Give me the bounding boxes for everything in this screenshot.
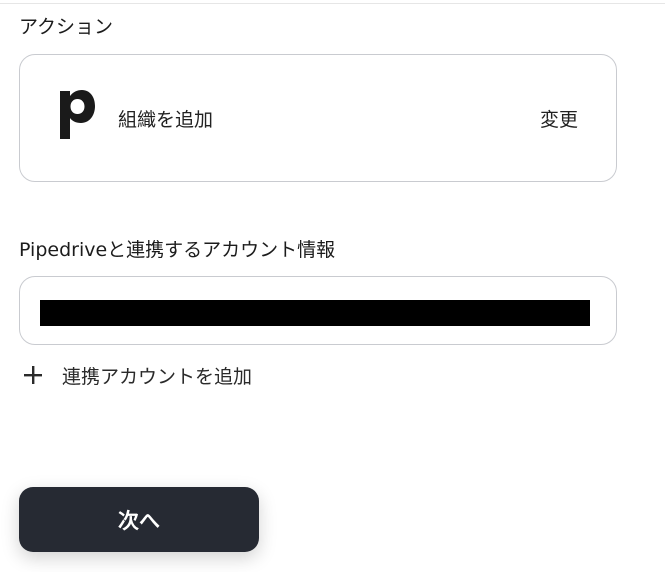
redacted-account-value: [40, 300, 590, 326]
next-button[interactable]: 次へ: [19, 487, 259, 552]
action-card[interactable]: 組織を追加 変更: [19, 54, 617, 182]
add-account-button[interactable]: 連携アカウントを追加: [22, 360, 252, 390]
pipedrive-logo-icon: [60, 90, 95, 139]
add-account-label: 連携アカウントを追加: [62, 365, 253, 388]
account-section-title: Pipedriveと連携するアカウント情報: [19, 239, 336, 261]
account-select-field[interactable]: [19, 276, 617, 345]
top-divider: [0, 3, 665, 4]
change-action-link[interactable]: 変更: [540, 105, 578, 132]
action-label: 組織を追加: [118, 109, 214, 131]
plus-icon: [24, 366, 42, 384]
action-section-title: アクション: [19, 16, 114, 38]
